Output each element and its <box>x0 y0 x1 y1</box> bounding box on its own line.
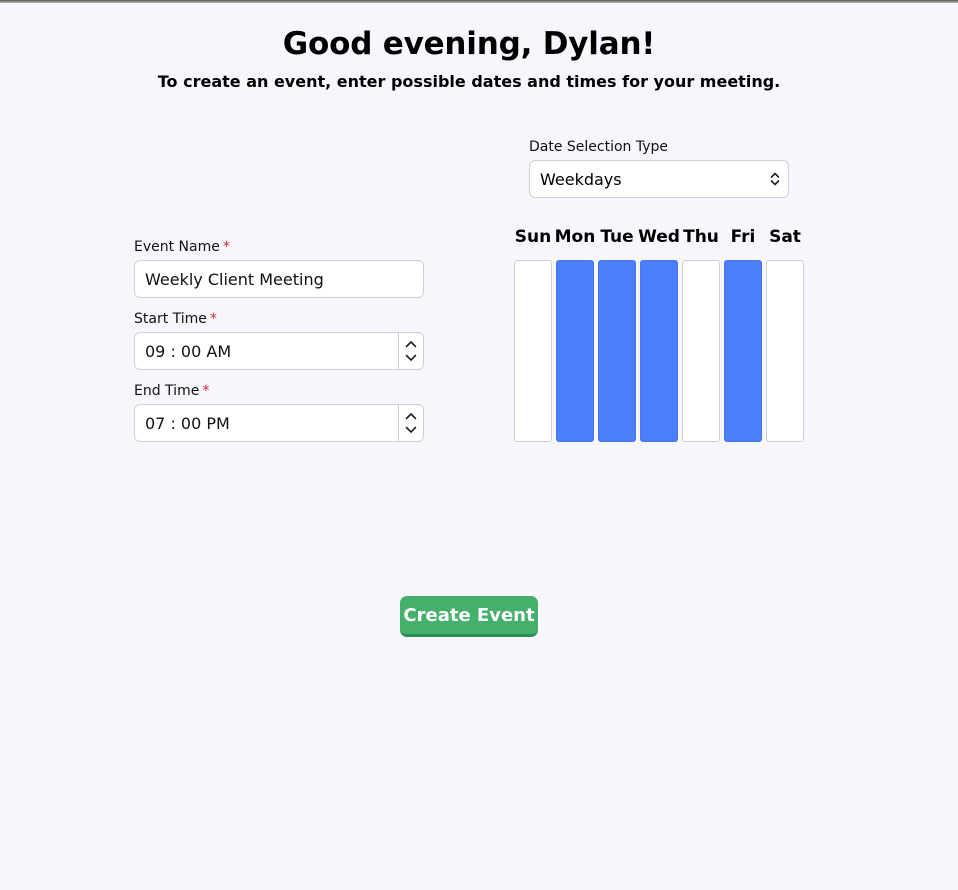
day-header-fri: Fri <box>730 227 756 247</box>
end-time-input[interactable]: 07 : 00 PM <box>134 404 424 442</box>
date-selection-type-label-text: Date Selection Type <box>529 139 669 155</box>
day-column-sat[interactable] <box>766 260 804 442</box>
end-time-value: 07 : 00 PM <box>145 413 230 433</box>
date-selection-type-label: Date Selection Type <box>529 139 668 155</box>
day-header-mon: Mon <box>554 227 596 247</box>
end-time-increment[interactable] <box>401 409 421 423</box>
chevron-up-down-icon <box>770 172 780 186</box>
page-subtitle: To create an event, enter possible dates… <box>157 72 781 91</box>
required-marker: * <box>222 239 230 255</box>
date-selection-type-value: Weekdays <box>540 169 622 189</box>
day-header-thu: Thu <box>683 227 719 247</box>
start-time-increment[interactable] <box>401 337 421 351</box>
day-column-thu[interactable] <box>682 260 720 442</box>
required-marker: * <box>209 311 217 327</box>
start-time-decrement[interactable] <box>401 351 421 365</box>
start-time-label-text: Start Time <box>134 311 207 327</box>
day-column-mon[interactable] <box>556 260 594 442</box>
day-header-tue: Tue <box>600 227 634 247</box>
end-time-label-text: End Time <box>134 383 200 399</box>
event-name-value: Weekly Client Meeting <box>145 269 324 289</box>
day-column-sun[interactable] <box>514 260 552 442</box>
day-header-sun: Sun <box>514 227 552 247</box>
day-column-fri[interactable] <box>724 260 762 442</box>
event-name-input[interactable]: Weekly Client Meeting <box>134 260 424 298</box>
create-event-button[interactable]: Create Event <box>400 596 538 637</box>
start-time-input[interactable]: 09 : 00 AM <box>134 332 424 370</box>
top-edge-shadow <box>0 0 958 3</box>
start-time-label: Start Time * <box>134 311 217 327</box>
date-selection-type-select[interactable]: Weekdays <box>529 160 789 198</box>
day-column-tue[interactable] <box>598 260 636 442</box>
event-name-label: Event Name * <box>134 239 230 255</box>
chevron-up-icon <box>405 413 417 420</box>
event-name-label-text: Event Name <box>134 239 220 255</box>
day-header-sat: Sat <box>769 227 801 247</box>
start-time-value: 09 : 00 AM <box>145 341 232 361</box>
chevron-down-icon <box>405 354 417 361</box>
chevron-down-icon <box>405 426 417 433</box>
required-marker: * <box>202 383 210 399</box>
page-title: Good evening, Dylan! <box>282 26 656 62</box>
day-header-wed: Wed <box>638 227 680 247</box>
day-column-wed[interactable] <box>640 260 678 442</box>
end-time-label: End Time * <box>134 383 209 399</box>
chevron-up-icon <box>405 341 417 348</box>
end-time-spinner[interactable] <box>398 405 423 441</box>
start-time-spinner[interactable] <box>398 333 423 369</box>
end-time-decrement[interactable] <box>401 423 421 437</box>
